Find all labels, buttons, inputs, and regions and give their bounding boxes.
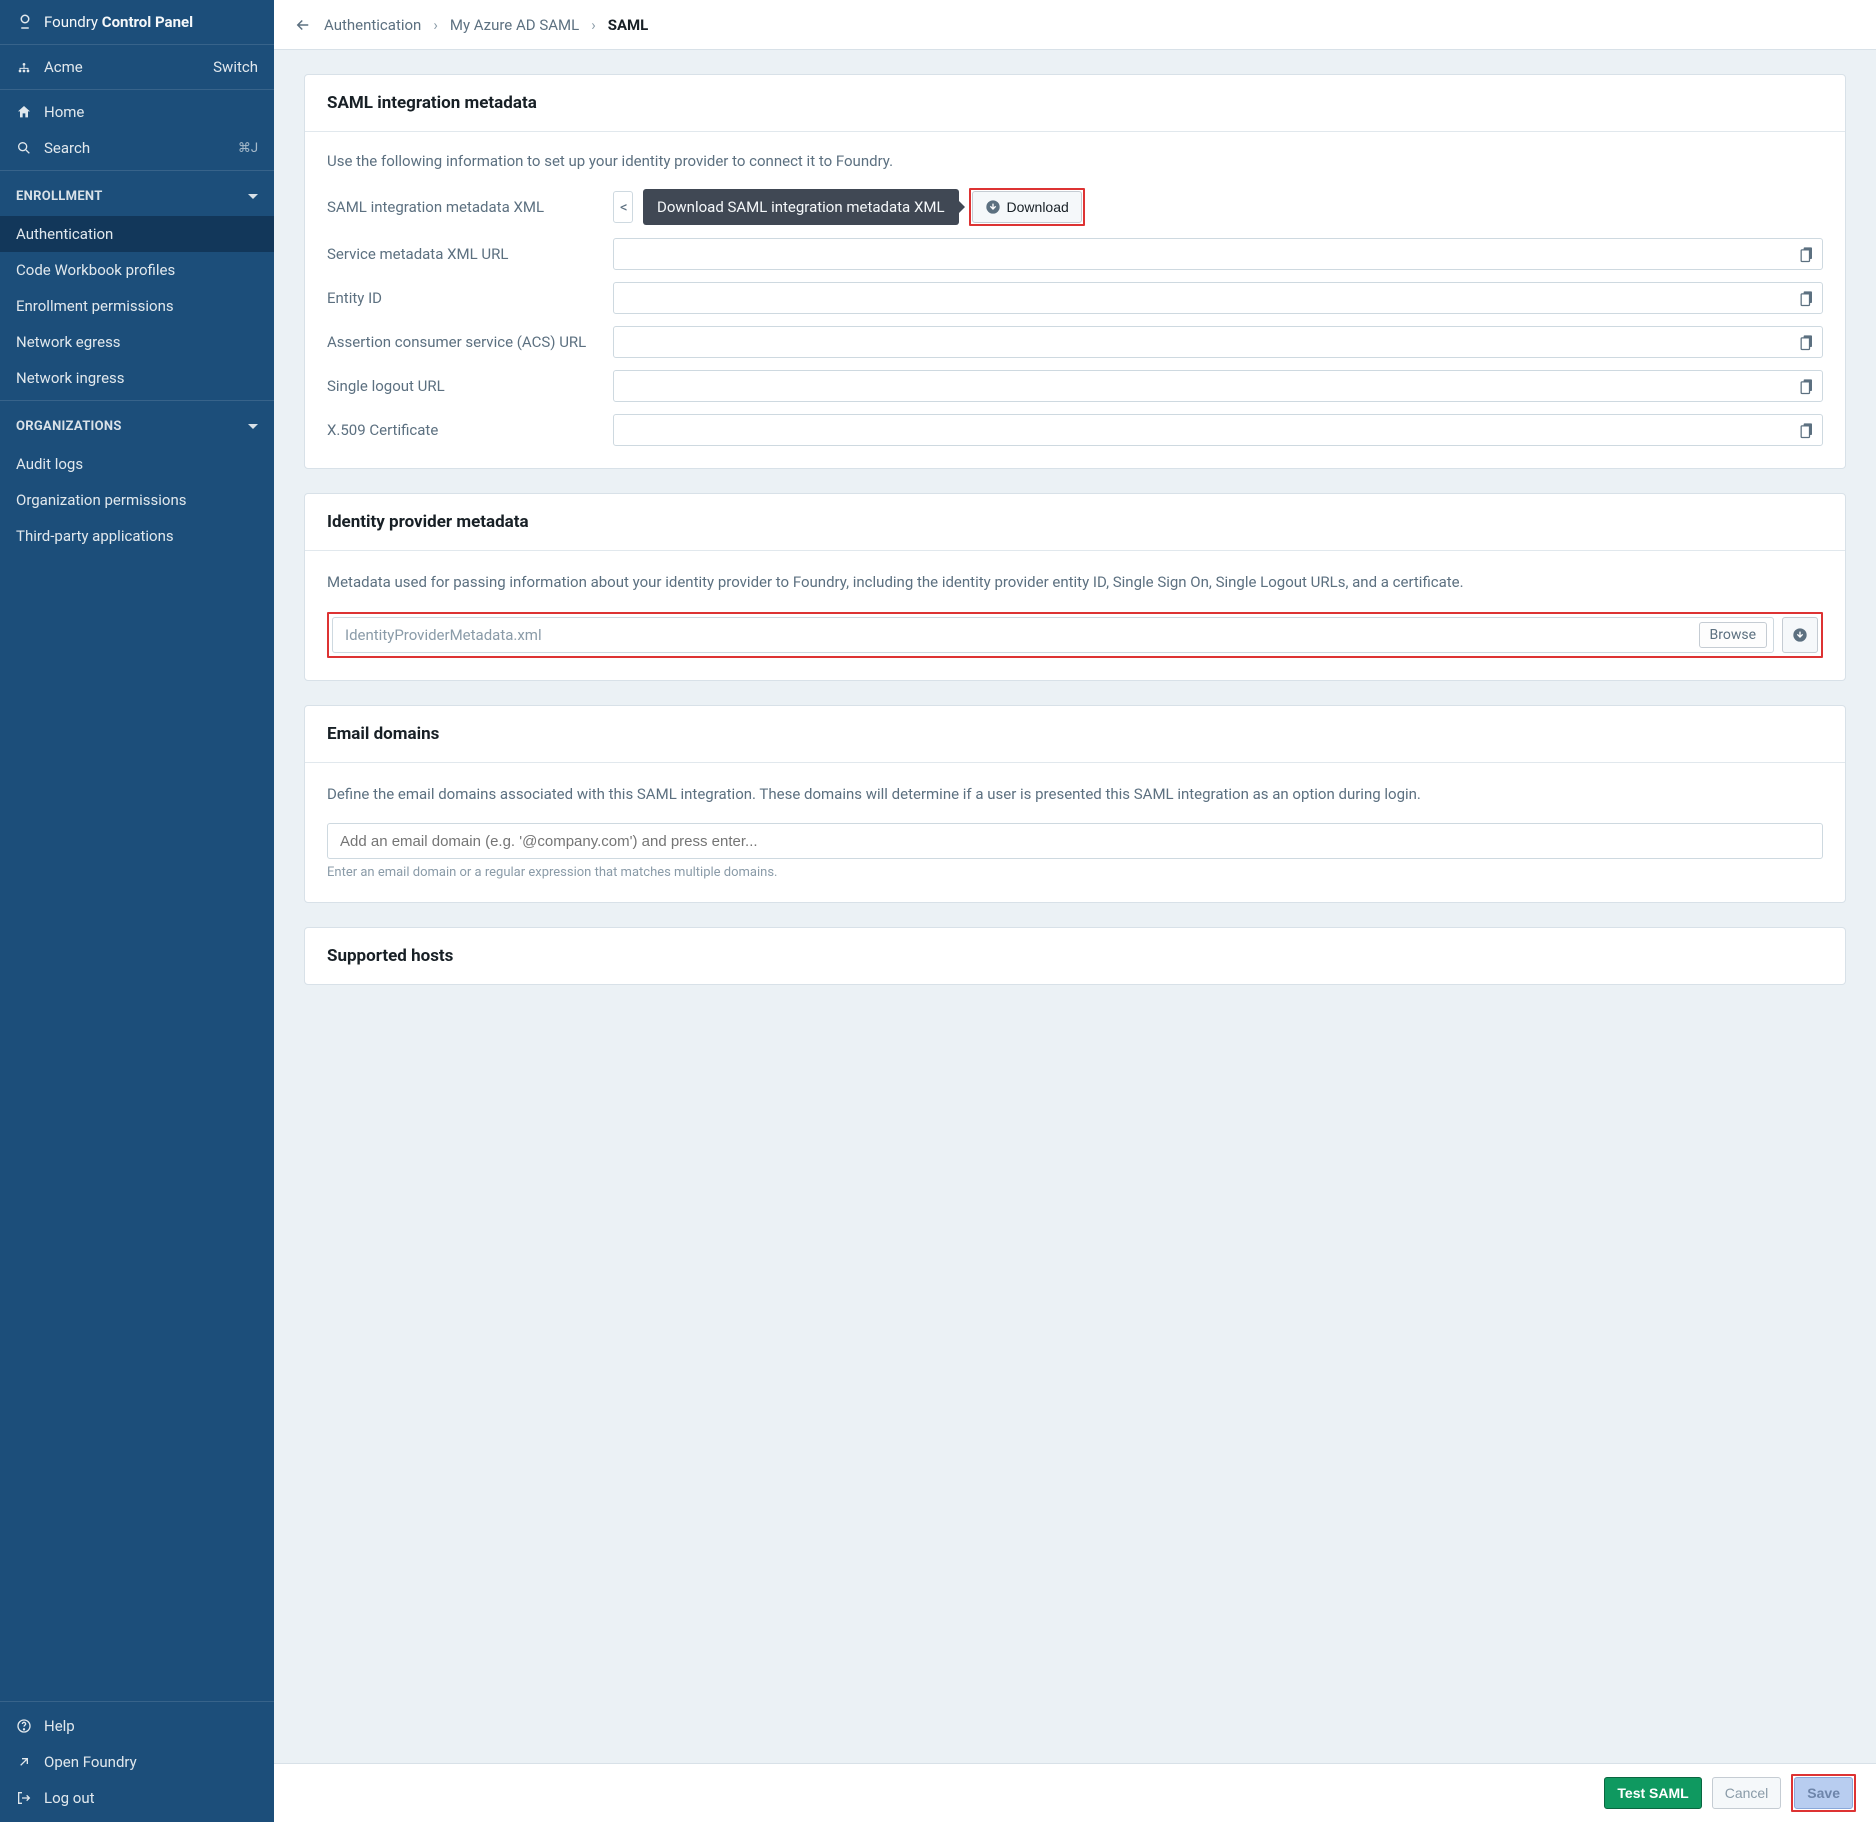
- xml-preview: <: [613, 191, 633, 223]
- org-switcher[interactable]: Acme Switch: [0, 45, 274, 90]
- caret-down-icon: [248, 194, 258, 199]
- logout-icon: [16, 1790, 32, 1806]
- search-shortcut: ⌘J: [238, 141, 258, 156]
- nav-third-party-applications[interactable]: Third-party applications: [0, 518, 274, 554]
- nav-open-foundry-label: Open Foundry: [44, 1753, 137, 1771]
- chevron-right-icon: ›: [433, 16, 438, 34]
- email-desc: Define the email domains associated with…: [327, 783, 1823, 806]
- copy-icon[interactable]: [1797, 420, 1817, 440]
- nav-search-label: Search: [44, 139, 90, 157]
- input-slo-url[interactable]: [613, 370, 1823, 402]
- label-xml: SAML integration metadata XML: [327, 198, 597, 216]
- card-email-domains: Email domains Define the email domains a…: [304, 705, 1846, 904]
- label-entity-id: Entity ID: [327, 289, 597, 307]
- chevron-right-icon: ›: [591, 16, 596, 34]
- nav-help-label: Help: [44, 1717, 75, 1735]
- input-service-url[interactable]: [613, 238, 1823, 270]
- email-domain-input[interactable]: [327, 823, 1823, 859]
- back-button[interactable]: [294, 16, 312, 34]
- org-icon: [16, 59, 32, 75]
- crumb-provider[interactable]: My Azure AD SAML: [450, 16, 579, 34]
- section-organizations[interactable]: ORGANIZATIONS: [0, 405, 274, 446]
- cancel-button[interactable]: Cancel: [1712, 1777, 1782, 1809]
- card-saml-metadata: SAML integration metadata Use the follow…: [304, 74, 1846, 469]
- test-saml-button[interactable]: Test SAML: [1604, 1777, 1701, 1809]
- brand-text-bold: Control Panel: [102, 13, 193, 31]
- download-button-label: Download: [1007, 199, 1069, 215]
- input-acs-url[interactable]: [613, 326, 1823, 358]
- download-button[interactable]: Download: [972, 191, 1082, 223]
- file-placeholder: IdentityProviderMetadata.xml: [345, 626, 1699, 644]
- nav-organization-permissions[interactable]: Organization permissions: [0, 482, 274, 518]
- card-supported-hosts: Supported hosts: [304, 927, 1846, 985]
- nav-search[interactable]: Search ⌘J: [0, 130, 274, 166]
- card-title: Identity provider metadata: [305, 494, 1845, 551]
- external-link-icon: [16, 1754, 32, 1770]
- copy-icon[interactable]: [1797, 288, 1817, 308]
- label-slo-url: Single logout URL: [327, 377, 597, 395]
- crumb-current: SAML: [608, 16, 649, 34]
- copy-icon[interactable]: [1797, 332, 1817, 352]
- nav-help[interactable]: Help: [0, 1708, 274, 1744]
- card-idp-metadata: Identity provider metadata Metadata used…: [304, 493, 1846, 681]
- download-icon: [985, 199, 1001, 215]
- main: Authentication › My Azure AD SAML › SAML…: [274, 0, 1876, 1822]
- brand: Foundry Control Panel: [0, 0, 274, 45]
- sidebar: Foundry Control Panel Acme Switch Home S…: [0, 0, 274, 1822]
- input-cert[interactable]: [613, 414, 1823, 446]
- nav-home[interactable]: Home: [0, 94, 274, 130]
- content-area: SAML integration metadata Use the follow…: [274, 50, 1876, 1763]
- label-acs-url: Assertion consumer service (ACS) URL: [327, 333, 597, 351]
- nav-enrollment-permissions[interactable]: Enrollment permissions: [0, 288, 274, 324]
- breadcrumb-bar: Authentication › My Azure AD SAML › SAML: [274, 0, 1876, 50]
- label-service-url: Service metadata XML URL: [327, 245, 597, 263]
- download-tooltip: Download SAML integration metadata XML: [643, 189, 959, 225]
- download-idp-button[interactable]: [1782, 617, 1818, 653]
- nav-open-foundry[interactable]: Open Foundry: [0, 1744, 274, 1780]
- home-icon: [16, 104, 32, 120]
- section-enrollment[interactable]: ENROLLMENT: [0, 175, 274, 216]
- copy-icon[interactable]: [1797, 376, 1817, 396]
- caret-down-icon: [248, 424, 258, 429]
- nav-audit-logs[interactable]: Audit logs: [0, 446, 274, 482]
- footer-actions: Test SAML Cancel Save: [274, 1763, 1876, 1822]
- saml-metadata-desc: Use the following information to set up …: [327, 152, 1823, 170]
- brand-text-light: Foundry: [44, 13, 98, 31]
- card-title: SAML integration metadata: [305, 75, 1845, 132]
- card-title: Email domains: [305, 706, 1845, 763]
- input-entity-id[interactable]: [613, 282, 1823, 314]
- nav-authentication[interactable]: Authentication: [0, 216, 274, 252]
- crumb-authentication[interactable]: Authentication: [324, 16, 421, 34]
- org-name: Acme: [44, 58, 83, 76]
- card-title: Supported hosts: [305, 928, 1845, 984]
- email-helper: Enter an email domain or a regular expre…: [327, 865, 1823, 880]
- label-cert: X.509 Certificate: [327, 421, 597, 439]
- search-icon: [16, 140, 32, 156]
- section-organizations-label: ORGANIZATIONS: [16, 419, 122, 434]
- save-button[interactable]: Save: [1794, 1777, 1853, 1809]
- idp-desc: Metadata used for passing information ab…: [327, 571, 1823, 594]
- file-input-idp[interactable]: IdentityProviderMetadata.xml Browse: [332, 617, 1774, 653]
- nav-code-workbook-profiles[interactable]: Code Workbook profiles: [0, 252, 274, 288]
- org-switch-link[interactable]: Switch: [213, 58, 258, 76]
- copy-icon[interactable]: [1797, 244, 1817, 264]
- browse-button[interactable]: Browse: [1699, 622, 1767, 648]
- nav-logout-label: Log out: [44, 1789, 95, 1807]
- nav-home-label: Home: [44, 103, 84, 121]
- foundry-logo-icon: [16, 13, 34, 31]
- help-icon: [16, 1718, 32, 1734]
- download-icon: [1792, 627, 1808, 643]
- nav-logout[interactable]: Log out: [0, 1780, 274, 1816]
- section-enrollment-label: ENROLLMENT: [16, 189, 103, 204]
- nav-network-ingress[interactable]: Network ingress: [0, 360, 274, 396]
- nav-network-egress[interactable]: Network egress: [0, 324, 274, 360]
